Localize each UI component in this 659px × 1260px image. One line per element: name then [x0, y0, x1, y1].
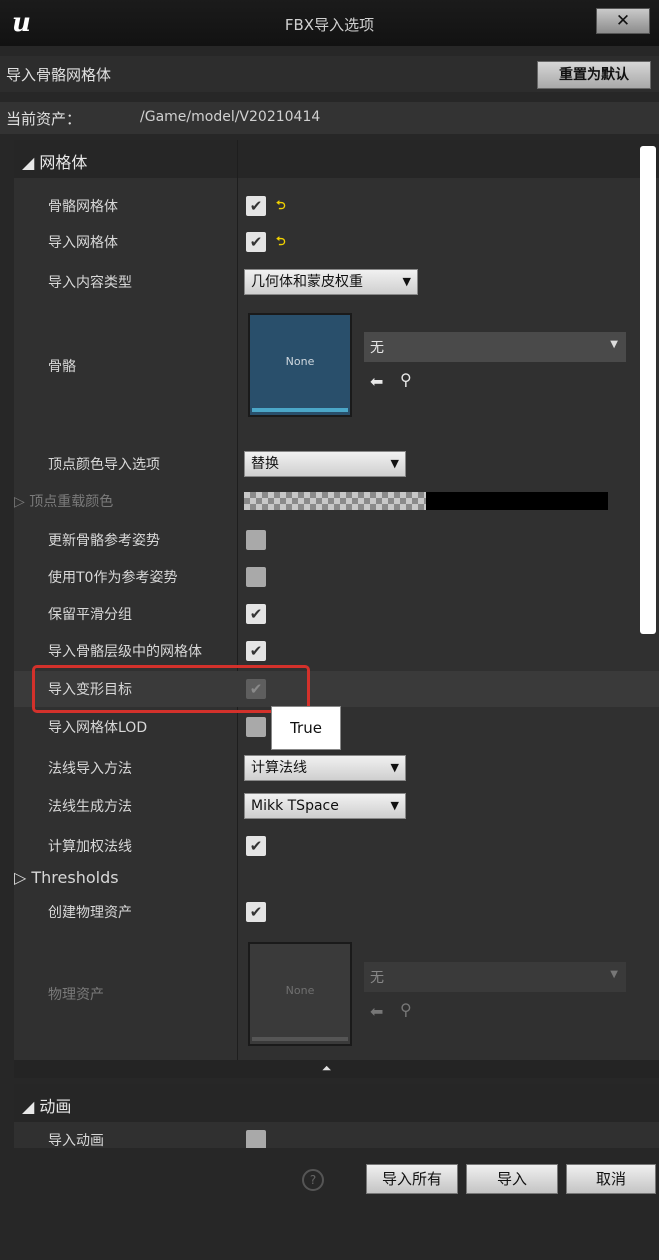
vertex-override-color-alpha[interactable]: [426, 492, 608, 510]
normal-import-method-label: 法线导入方法: [48, 761, 132, 777]
physics-asset-dropdown[interactable]: 无 ▼: [364, 962, 626, 992]
chevron-down-icon: ▼: [610, 339, 618, 350]
normal-generation-method-dropdown[interactable]: Mikk TSpace ▼: [244, 793, 406, 819]
physics-asset-thumbnail-bar: [252, 1037, 348, 1041]
row-import-mesh: 导入网格体 ✔ ⮌: [14, 224, 659, 260]
skeleton-thumbnail-label: None: [285, 355, 315, 368]
vertex-color-import-label: 顶点颜色导入选项: [48, 457, 160, 473]
normal-import-method-value: 计算法线: [251, 760, 307, 776]
vertex-color-import-value: 替换: [251, 456, 279, 472]
animation-category-title: ◢ 动画: [22, 1097, 72, 1116]
vertex-override-color-swatch[interactable]: [244, 492, 426, 510]
normal-generation-method-label: 法线生成方法: [48, 799, 132, 815]
use-t0-ref-pose-checkbox[interactable]: [246, 567, 266, 587]
mesh-category-title: ◢ 网格体: [22, 153, 88, 172]
import-content-type-label: 导入内容类型: [48, 275, 132, 291]
chevron-down-icon: ▼: [390, 799, 399, 812]
update-skeleton-ref-pose-label: 更新骨骼参考姿势: [48, 533, 160, 549]
mesh-category-header[interactable]: ◢ 网格体: [14, 140, 659, 178]
import-animations-checkbox[interactable]: [246, 1130, 266, 1150]
search-icon[interactable]: ⚲: [400, 1000, 412, 1019]
annotation-highlight-box: [32, 665, 310, 713]
row-thresholds: ▷ Thresholds: [14, 862, 659, 898]
row-import-content-type: 导入内容类型 几何体和蒙皮权重 ▼: [14, 264, 659, 300]
reset-to-default-icon[interactable]: ⮌: [276, 232, 286, 253]
vertex-override-color-label[interactable]: ▷ 顶点重载颜色: [14, 491, 113, 511]
collapse-advanced-bar[interactable]: ⏶: [14, 1060, 659, 1078]
skeleton-thumbnail-bar: [252, 408, 348, 412]
reset-to-default-button[interactable]: 重置为默认: [537, 61, 651, 89]
create-physics-asset-label: 创建物理资产: [48, 905, 132, 921]
cancel-button[interactable]: 取消: [566, 1164, 656, 1194]
row-import-meshes-in-bone-hierarchy: 导入骨骼层级中的网格体 ✔: [14, 633, 659, 669]
chevron-down-icon: ▼: [610, 969, 618, 980]
import-all-button[interactable]: 导入所有: [366, 1164, 458, 1194]
import-type-label: 导入骨骼网格体: [6, 66, 112, 84]
row-update-skeleton-ref-pose: 更新骨骼参考姿势: [14, 522, 659, 558]
search-icon[interactable]: ⚲: [400, 370, 412, 389]
compute-weighted-normals-checkbox[interactable]: ✔: [246, 836, 266, 856]
row-compute-weighted-normals: 计算加权法线 ✔: [14, 828, 659, 864]
tooltip: True: [271, 706, 341, 750]
skeleton-asset-value: 无: [370, 340, 384, 356]
physics-asset-label: 物理资产: [48, 987, 104, 1003]
title-bar[interactable]: u FBX导入选项 ✕: [0, 0, 659, 46]
import-meshes-in-bone-hierarchy-label: 导入骨骼层级中的网格体: [48, 644, 202, 660]
import-animations-label: 导入动画: [48, 1133, 104, 1149]
import-mesh-lods-checkbox[interactable]: [246, 717, 266, 737]
normal-generation-method-value: Mikk TSpace: [251, 798, 339, 814]
compute-weighted-normals-label: 计算加权法线: [48, 839, 132, 855]
skeleton-label: 骨骼: [48, 359, 76, 375]
row-normal-generation-method: 法线生成方法 Mikk TSpace ▼: [14, 788, 659, 824]
skeletal-mesh-label: 骨骼网格体: [48, 199, 118, 215]
row-preserve-smoothing-groups: 保留平滑分组 ✔: [14, 596, 659, 632]
dialog-footer: ? 导入所有 导入 取消: [0, 1148, 659, 1260]
chevron-down-icon: ▼: [390, 761, 399, 774]
use-t0-ref-pose-label: 使用T0作为参考姿势: [48, 570, 178, 586]
import-content-type-value: 几何体和蒙皮权重: [251, 274, 363, 290]
chevron-down-icon: ▼: [390, 457, 399, 470]
skeletal-mesh-checkbox[interactable]: ✔: [246, 196, 266, 216]
current-asset-label: 当前资产：: [6, 110, 82, 128]
physics-asset-thumbnail-label: None: [285, 984, 315, 997]
skeleton-thumbnail[interactable]: None: [248, 313, 352, 417]
current-asset-path: /Game/model/V20210414: [140, 109, 321, 125]
import-mesh-checkbox[interactable]: ✔: [246, 232, 266, 252]
collapse-up-icon: ⏶: [321, 1061, 332, 1075]
thresholds-label[interactable]: ▷ Thresholds: [14, 868, 119, 887]
skeleton-asset-dropdown[interactable]: 无 ▼: [364, 332, 626, 362]
window-title: FBX导入选项: [284, 16, 375, 34]
update-skeleton-ref-pose-checkbox[interactable]: [246, 530, 266, 550]
chevron-down-icon: ▼: [402, 275, 411, 288]
use-selected-arrow-icon[interactable]: ⬅: [370, 372, 383, 391]
row-skeletal-mesh: 骨骼网格体 ✔ ⮌: [14, 188, 659, 224]
import-content-type-dropdown[interactable]: 几何体和蒙皮权重 ▼: [244, 269, 418, 295]
fbx-import-dialog: u FBX导入选项 ✕ 导入骨骼网格体 重置为默认 当前资产： /Game/mo…: [0, 0, 659, 1260]
reset-to-default-icon[interactable]: ⮌: [276, 196, 286, 217]
import-mesh-lods-label: 导入网格体LOD: [48, 720, 148, 736]
row-create-physics-asset: 创建物理资产 ✔: [14, 894, 659, 930]
preserve-smoothing-groups-checkbox[interactable]: ✔: [246, 604, 266, 624]
row-use-t0-ref-pose: 使用T0作为参考姿势: [14, 559, 659, 595]
animation-category-header[interactable]: ◢ 动画: [14, 1084, 659, 1122]
vertex-color-import-dropdown[interactable]: 替换 ▼: [244, 451, 406, 477]
import-type-header: 导入骨骼网格体 重置为默认: [0, 56, 659, 92]
normal-import-method-dropdown[interactable]: 计算法线 ▼: [244, 755, 406, 781]
import-meshes-in-bone-hierarchy-checkbox[interactable]: ✔: [246, 641, 266, 661]
create-physics-asset-checkbox[interactable]: ✔: [246, 902, 266, 922]
import-mesh-label: 导入网格体: [48, 235, 118, 251]
import-button[interactable]: 导入: [466, 1164, 558, 1194]
close-button[interactable]: ✕: [596, 8, 650, 34]
physics-asset-thumbnail[interactable]: None: [248, 942, 352, 1046]
preserve-smoothing-groups-label: 保留平滑分组: [48, 607, 132, 623]
physics-asset-value: 无: [370, 970, 384, 986]
row-vertex-color-import: 顶点颜色导入选项 替换 ▼: [14, 446, 659, 482]
use-selected-arrow-icon[interactable]: ⬅: [370, 1002, 383, 1021]
help-icon[interactable]: ?: [302, 1169, 324, 1191]
current-asset-row: 当前资产： /Game/model/V20210414: [0, 102, 659, 134]
row-normal-import-method: 法线导入方法 计算法线 ▼: [14, 750, 659, 786]
